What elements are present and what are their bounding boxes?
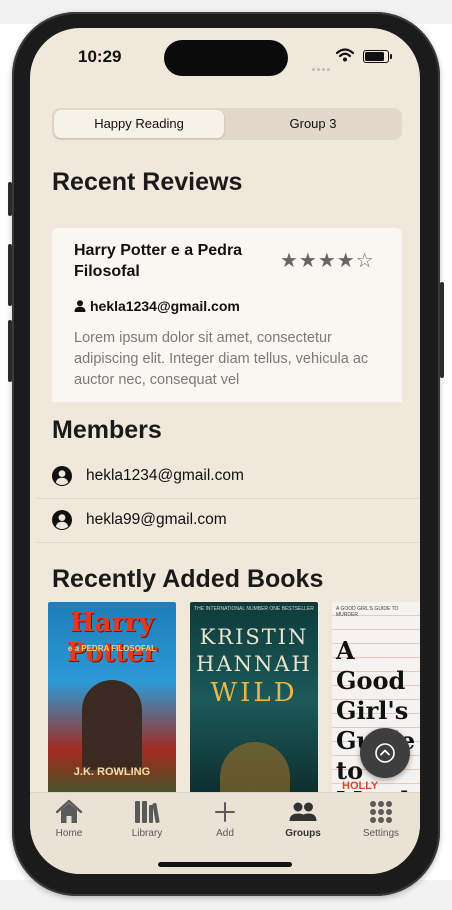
- wifi-icon: [336, 48, 354, 62]
- tab-groups-label: Groups: [285, 828, 321, 839]
- book-cover-harry-potter[interactable]: Harry Potter e a PEDRA FILOSOFAL J.K. RO…: [48, 602, 176, 800]
- tab-settings-label: Settings: [362, 828, 400, 839]
- book-covers-carousel[interactable]: Harry Potter e a PEDRA FILOSOFAL J.K. RO…: [48, 602, 420, 800]
- review-text: Lorem ipsum dolor sit amet, consectetur …: [74, 330, 369, 388]
- person-circle-icon: [52, 510, 72, 530]
- tab-add[interactable]: Add: [186, 799, 264, 839]
- rating-stars: ★★★★☆: [280, 250, 375, 272]
- volume-down-button: [8, 320, 12, 382]
- cover-illustration: [82, 680, 142, 770]
- members-heading: Members: [52, 416, 162, 444]
- review-card[interactable]: Harry Potter e a Pedra Filosofal ★★★★☆ h…: [52, 228, 402, 402]
- reviewer: hekla1234@gmail.com: [74, 298, 240, 314]
- cover-tagline: A GOOD GIRL'S GUIDE TO MURDER: [336, 606, 399, 618]
- house-icon: [55, 799, 83, 823]
- scroll-to-top-button[interactable]: [360, 728, 410, 778]
- review-book-title: Harry Potter e a Pedra Filosofal: [74, 242, 243, 280]
- status-bar: 10:29: [30, 28, 420, 78]
- cover-author: KRISTIN HANNAH: [196, 625, 312, 676]
- member-email: hekla99@gmail.com: [86, 511, 227, 528]
- recent-reviews-heading: Recent Reviews: [52, 168, 243, 196]
- segment-happy-reading[interactable]: Happy Reading: [54, 110, 224, 138]
- tab-add-label: Add: [216, 828, 234, 839]
- dynamic-island: [164, 40, 288, 76]
- app-screen: 10:29 Happy Reading Group 3 Recent Revie…: [30, 28, 420, 874]
- cover-title: Harry Potter: [66, 608, 158, 668]
- mute-switch: [8, 182, 12, 216]
- home-indicator: [158, 862, 292, 867]
- chevron-up-icon: [375, 743, 395, 763]
- member-row[interactable]: hekla1234@gmail.com: [36, 454, 420, 499]
- cover-subtitle: e a PEDRA FILOSOFAL: [67, 644, 157, 653]
- member-email: hekla1234@gmail.com: [86, 467, 244, 484]
- review-card-scroll[interactable]: Harry Potter e a Pedra Filosofal ★★★★☆ h…: [52, 228, 402, 402]
- tab-home[interactable]: Home: [30, 799, 108, 839]
- reviewer-email: hekla1234@gmail.com: [90, 298, 240, 314]
- person-circle-icon: [52, 466, 72, 486]
- recently-added-heading: Recently Added Books: [52, 565, 324, 593]
- status-time: 10:29: [78, 47, 122, 66]
- cover-author: J.K. ROWLING: [73, 766, 151, 778]
- person-icon: [74, 300, 86, 312]
- cover-title: WILD: [210, 678, 298, 708]
- power-button: [440, 282, 444, 378]
- tab-settings[interactable]: Settings: [342, 799, 420, 839]
- tab-library[interactable]: Library: [108, 799, 186, 839]
- volume-up-button: [8, 244, 12, 306]
- battery-icon: [363, 50, 392, 63]
- tab-groups[interactable]: Groups: [264, 799, 342, 839]
- member-row[interactable]: hekla99@gmail.com: [36, 498, 420, 543]
- group-segmented-control: Happy Reading Group 3: [52, 108, 402, 140]
- plus-icon: [215, 802, 235, 822]
- book-cover-wild[interactable]: THE INTERNATIONAL NUMBER ONE BESTSELLER …: [190, 602, 318, 800]
- books-icon: [135, 801, 160, 824]
- signal-icon: [312, 58, 332, 76]
- cover-tagline: THE INTERNATIONAL NUMBER ONE BESTSELLER: [194, 606, 314, 612]
- tab-home-label: Home: [55, 828, 83, 839]
- segment-group-3[interactable]: Group 3: [226, 110, 400, 138]
- grid-dots-icon: [370, 801, 392, 823]
- people-icon: [289, 802, 317, 821]
- tab-library-label: Library: [131, 828, 163, 839]
